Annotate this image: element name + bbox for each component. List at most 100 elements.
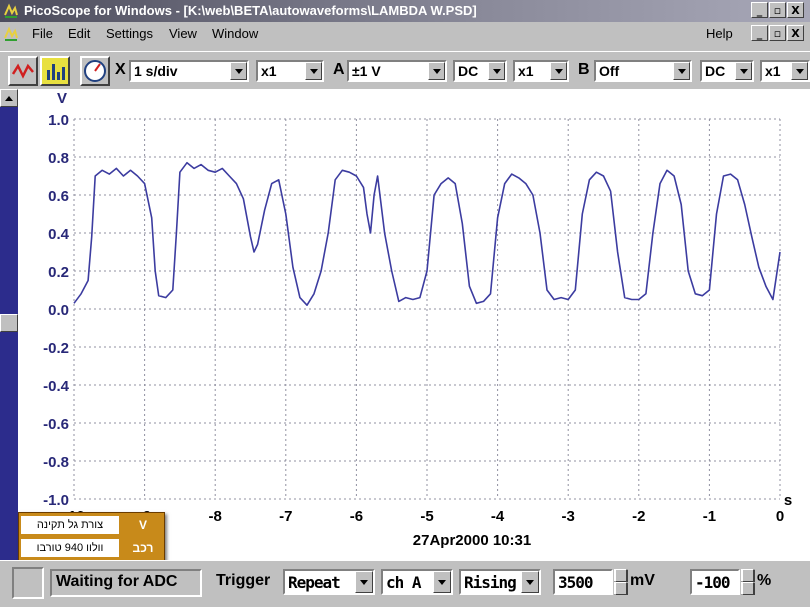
child-minimize-button[interactable]: _ [751,25,768,41]
maximize-button[interactable]: ▫ [769,2,786,18]
chevron-down-icon[interactable] [305,62,322,80]
level-unit-label: mV [630,572,655,589]
scope-icon [11,63,34,79]
menu-bar: File Edit Settings View Window Help _ ▫ … [0,22,810,46]
y-tick-label: -0.6 [43,416,69,433]
chevron-down-icon[interactable] [673,62,690,80]
close-button[interactable]: X [787,2,804,18]
child-restore-button[interactable]: ▫ [769,25,786,41]
chevron-down-icon[interactable] [521,571,539,593]
x-unit-label: s [784,492,792,509]
channel-a-multiplier-select[interactable]: x1 [513,60,569,82]
pretrigger-input[interactable]: -100 [690,569,740,595]
scope-view-button[interactable] [8,56,38,86]
timestamp: 27Apr2000 10:31 [413,532,531,549]
x-tick-label: -8 [209,508,222,525]
spin-down-button[interactable] [741,582,755,595]
chevron-down-icon[interactable] [355,571,373,593]
legend-row-text: וולוו 940 טורבו [21,539,119,557]
y-tick-label: -0.8 [43,454,69,471]
channel-b-range-select[interactable]: Off [594,60,692,82]
y-tick-label: -0.4 [43,378,70,395]
trigger-edge-value: Rising [464,573,517,592]
y-tick-label: 0.0 [48,302,69,319]
x-axis-label: X [115,61,126,78]
status-panel: Waiting for ADC [50,569,202,597]
chevron-down-icon[interactable] [428,62,445,80]
channel-b-label: B [578,61,590,78]
waveform-chart: 1.0 0.8 0.6 0.4 0.2 0.0 -0.2 -0.4 -0.6 -0.8 -1.0 -1… [43,90,792,549]
chevron-down-icon[interactable] [550,62,567,80]
x-multiplier-select[interactable]: x1 [256,60,324,82]
channel-a-range-select[interactable]: ±1 V [347,60,447,82]
menu-settings[interactable]: Settings [106,26,153,41]
legend-row: צורת גל תקינה V [19,514,164,536]
legend-row-key: V [138,518,147,532]
trigger-edge-select[interactable]: Rising [459,569,541,595]
channel-b-multiplier-select[interactable]: x1 [760,60,810,82]
channel-b-coupling-select[interactable]: DC [700,60,754,82]
trigger-label: Trigger [216,572,271,589]
x-tick-label: -2 [632,508,645,525]
x-tick-label: -4 [491,508,505,525]
toolbar: X 1 s/div x1 A ±1 V DC x1 B Off DC x1 [0,51,810,90]
spectrum-icon [47,64,65,80]
chevron-down-icon[interactable] [488,62,505,80]
channel-b-range-value: Off [599,63,620,79]
status-text: Waiting for ADC [56,573,178,590]
channel-a-multiplier-value: x1 [518,63,534,79]
x-tick-label: -5 [420,508,433,525]
chevron-down-icon[interactable] [433,571,451,593]
scroll-up-button[interactable] [0,89,18,107]
x-tick-label: -6 [350,508,363,525]
channel-a-range-value: ±1 V [352,63,381,79]
chevron-down-icon[interactable] [230,62,247,80]
spin-up-button[interactable] [614,569,628,582]
x-tick-label: -3 [562,508,575,525]
minimize-button[interactable]: _ [751,2,768,18]
spectrum-view-button[interactable] [40,56,70,86]
pretrigger-unit-label: % [757,572,772,589]
y-tick-label: 0.2 [48,264,69,281]
menu-window[interactable]: Window [212,26,258,41]
menu-view[interactable]: View [169,26,197,41]
y-tick-label: 0.8 [48,150,69,167]
menu-help[interactable]: Help [706,26,733,41]
chevron-up-icon [5,95,13,101]
trigger-channel-value: ch A [386,573,422,592]
y-tick-label: 1.0 [48,112,69,129]
spin-down-button[interactable] [614,582,628,595]
vertical-scrollbar[interactable] [0,89,18,560]
title-bar: PicoScope for Windows - [K:\web\BETA\aut… [0,0,810,22]
menu-file[interactable]: File [32,26,53,41]
channel-a-coupling-value: DC [458,63,479,79]
channel-a-coupling-select[interactable]: DC [453,60,507,82]
x-tick-label: -7 [279,508,292,525]
trigger-channel-select[interactable]: ch A [381,569,453,595]
scope-plot-area[interactable]: 1.0 0.8 0.6 0.4 0.2 0.0 -0.2 -0.4 -0.6 -0.8 -1.0 -1… [18,89,810,560]
window-title: PicoScope for Windows - [K:\web\BETA\aut… [24,3,477,18]
y-tick-label: 0.6 [48,188,69,205]
chevron-down-icon[interactable] [735,62,752,80]
trigger-level-spinner[interactable] [614,569,628,595]
y-tick-label: 0.4 [48,226,70,243]
trigger-level-input[interactable]: 3500 [553,569,613,595]
meter-view-button[interactable] [80,56,110,86]
pretrigger-value: -100 [695,573,731,592]
scroll-thumb[interactable] [0,314,18,332]
child-close-button[interactable]: X [787,25,804,41]
trigger-level-value: 3500 [558,573,594,592]
timebase-select[interactable]: 1 s/div [129,60,249,82]
y-tick-label: -0.2 [43,340,69,357]
spin-up-button[interactable] [741,569,755,582]
meter-icon [84,60,106,82]
menu-edit[interactable]: Edit [68,26,90,41]
x-tick-label: 0 [776,508,784,525]
pretrigger-spinner[interactable] [741,569,755,595]
channel-a-label: A [333,61,345,78]
y-tick-label: -1.0 [43,492,69,509]
chevron-down-icon[interactable] [791,62,808,80]
document-icon[interactable] [3,26,19,42]
trigger-mode-select[interactable]: Repeat [283,569,375,595]
x-tick-label: -1 [703,508,716,525]
